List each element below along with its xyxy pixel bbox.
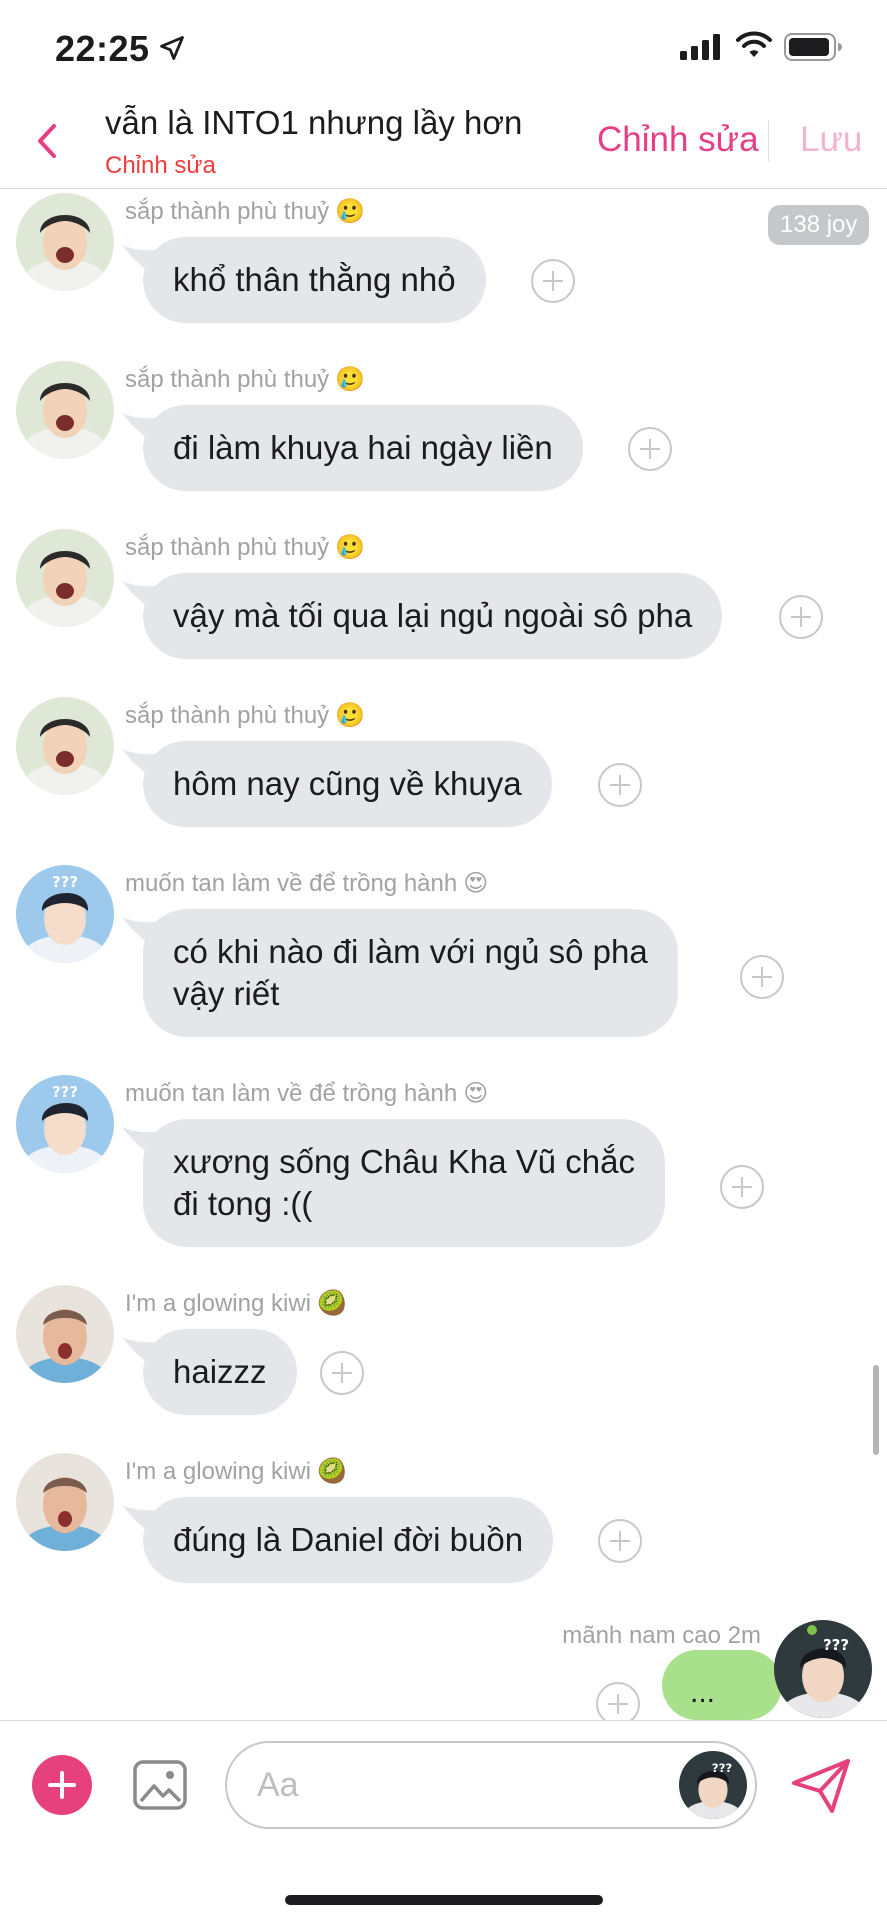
avatar[interactable]: ??? <box>16 1075 114 1173</box>
add-reaction-icon[interactable] <box>598 1519 642 1563</box>
message-input[interactable] <box>255 1759 639 1811</box>
message-bubble[interactable]: đúng là Daniel đời buồn <box>143 1497 554 1583</box>
svg-text:???: ??? <box>823 1636 849 1654</box>
battery-icon <box>784 33 842 61</box>
image-icon[interactable] <box>132 1757 188 1813</box>
avatar[interactable] <box>16 1453 114 1551</box>
own-message-text: ... <box>690 1676 716 1709</box>
sender-name: sắp thành phù thuỷ 🥲 <box>125 701 366 729</box>
avatar[interactable] <box>16 1285 114 1383</box>
location-arrow-icon <box>160 36 184 60</box>
scroll-indicator[interactable] <box>873 1365 879 1455</box>
add-reaction-icon[interactable] <box>740 955 784 999</box>
message-bubble[interactable]: haizzz <box>143 1329 297 1415</box>
back-chevron-icon[interactable] <box>30 116 70 166</box>
home-indicator[interactable] <box>285 1895 603 1905</box>
svg-text:???: ??? <box>52 873 78 891</box>
avatar[interactable] <box>16 361 114 459</box>
message-bubble[interactable]: xương sống Châu Kha Vũ chắc đi tong :(( <box>143 1119 666 1247</box>
avatar[interactable] <box>16 529 114 627</box>
edit-button[interactable]: Chỉnh sửa <box>597 120 759 160</box>
sender-name: sắp thành phù thuỷ 🥲 <box>125 365 366 393</box>
own-avatar[interactable]: ??? <box>774 1620 872 1718</box>
avatar[interactable] <box>16 697 114 795</box>
message-input-field[interactable]: ??? <box>225 1741 757 1829</box>
sender-name: sắp thành phù thuỷ 🥲 <box>125 197 366 225</box>
message-bubble[interactable]: vậy mà tối qua lại ngủ ngoài sô pha <box>143 573 723 659</box>
add-reaction-icon[interactable] <box>628 427 672 471</box>
add-reaction-icon[interactable] <box>531 259 575 303</box>
message-bubble[interactable]: khổ thân thằng nhỏ <box>143 237 486 323</box>
wifi-icon <box>736 31 772 57</box>
sender-name: muốn tan làm về để trồng hành 😍 <box>125 1079 489 1107</box>
add-reaction-icon[interactable] <box>598 763 642 807</box>
sender-name: muốn tan làm về để trồng hành 😍 <box>125 869 489 897</box>
sender-name: I'm a glowing kiwi 🥝 <box>125 1289 347 1317</box>
header-divider <box>768 120 769 162</box>
svg-text:???: ??? <box>712 1761 733 1775</box>
add-reaction-icon[interactable] <box>720 1165 764 1209</box>
signal-icon <box>680 34 720 60</box>
avatar[interactable] <box>16 193 114 291</box>
add-reaction-icon[interactable] <box>779 595 823 639</box>
chat-header: vẫn là INTO1 nhưng lầy hơn Chỉnh sửa Chỉ… <box>0 96 887 189</box>
plus-icon[interactable] <box>32 1755 92 1815</box>
status-bar: 22:25 <box>0 0 887 96</box>
message-bubble[interactable]: hôm nay cũng về khuya <box>143 741 552 827</box>
chat-subtitle[interactable]: Chỉnh sửa <box>105 152 216 180</box>
message-list[interactable]: 138 joy sắp thành phù thuỷ 🥲 khổ thân thằ… <box>0 189 887 1720</box>
own-sender-name: mãnh nam cao 2m <box>562 1622 761 1649</box>
message-bubble[interactable]: đi làm khuya hai ngày liền <box>143 405 583 491</box>
message-bubble[interactable]: có khi nào đi làm với ngủ sô pha vậy riế… <box>143 909 678 1037</box>
save-button[interactable]: Lưu <box>800 120 862 160</box>
joy-badge[interactable]: 138 joy <box>768 205 870 245</box>
chat-title[interactable]: vẫn là INTO1 nhưng lầy hơn <box>105 104 522 142</box>
svg-text:???: ??? <box>52 1083 78 1101</box>
sender-name: sắp thành phù thuỷ 🥲 <box>125 533 366 561</box>
sender-name: I'm a glowing kiwi 🥝 <box>125 1457 347 1485</box>
add-reaction-icon[interactable] <box>320 1351 364 1395</box>
avatar[interactable]: ??? <box>679 1751 747 1819</box>
status-time: 22:25 <box>55 28 150 69</box>
send-icon[interactable] <box>790 1757 852 1815</box>
composer-bar: ??? <box>0 1720 887 1921</box>
own-message-bubble[interactable] <box>662 1650 782 1720</box>
avatar[interactable]: ??? <box>16 865 114 963</box>
